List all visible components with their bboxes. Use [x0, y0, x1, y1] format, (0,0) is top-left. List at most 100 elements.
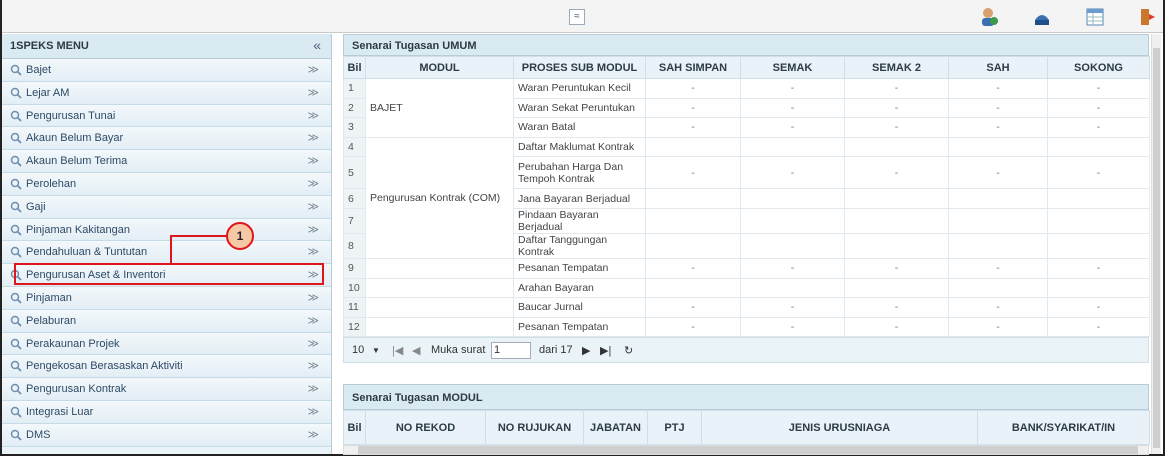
chevron-down-icon[interactable]: ≫ — [307, 291, 319, 304]
chevron-down-icon[interactable]: ≫ — [307, 109, 319, 122]
status-cell: - — [844, 97, 949, 119]
proses-cell[interactable]: Pesanan Tempatan — [513, 257, 646, 279]
column-header[interactable]: NO RUJUKAN — [485, 410, 584, 445]
proses-cell[interactable]: Waran Peruntukan Kecil — [513, 78, 646, 99]
chevron-down-icon[interactable]: ≫ — [307, 428, 319, 441]
last-page-icon[interactable]: ▶| — [600, 344, 611, 357]
chevron-down-icon[interactable]: ≫ — [307, 223, 319, 236]
logout-icon[interactable] — [1137, 6, 1159, 28]
sidebar-item[interactable]: Pelaburan ≫ — [2, 309, 331, 333]
chevron-down-icon[interactable]: ≫ — [307, 131, 319, 144]
column-header[interactable]: SAH — [948, 56, 1048, 79]
proses-cell[interactable]: Daftar Tanggungan Kontrak — [513, 232, 646, 259]
proses-cell[interactable]: Waran Sekat Peruntukan — [513, 97, 646, 119]
column-header[interactable]: JABATAN — [583, 410, 648, 445]
column-header[interactable]: SAH SIMPAN — [645, 56, 741, 79]
chevron-down-icon[interactable]: ≫ — [307, 382, 319, 395]
page-size-select[interactable]: 10 — [352, 344, 364, 356]
column-header[interactable]: Bil — [343, 56, 366, 79]
status-cell — [948, 277, 1048, 299]
chevron-down-icon[interactable]: ≫ — [307, 359, 319, 372]
sidebar-item[interactable]: Perolehan ≫ — [2, 172, 331, 196]
sidebar-item[interactable]: Pengurusan Kontrak ≫ — [2, 378, 331, 401]
status-cell: - — [645, 257, 741, 279]
proses-cell[interactable]: Jana Bayaran Berjadual — [513, 188, 646, 209]
sidebar-item[interactable]: Pengekosan Berasaskan Aktiviti ≫ — [2, 355, 331, 379]
column-header[interactable]: JENIS URUSNIAGA — [701, 410, 978, 445]
dropdown-arrow-icon[interactable]: ▼ — [372, 346, 380, 355]
column-header[interactable]: Bil — [343, 410, 366, 445]
proses-cell[interactable]: Daftar Maklumat Kontrak — [513, 136, 646, 158]
column-header[interactable]: SEMAK 2 — [844, 56, 949, 79]
sidebar-item[interactable]: Akaun Belum Terima ≫ — [2, 150, 331, 173]
status-cell — [844, 188, 949, 209]
chevron-down-icon[interactable]: ≫ — [307, 177, 319, 190]
column-header[interactable]: SOKONG — [1047, 56, 1150, 79]
collapse-sidebar-icon[interactable]: « — [313, 37, 321, 53]
refresh-icon[interactable]: ↻ — [624, 344, 633, 357]
status-cell: - — [645, 117, 741, 138]
chevron-down-icon[interactable]: ≫ — [307, 86, 319, 99]
sidebar-item-label: Pengurusan Kontrak — [26, 383, 127, 396]
page-label: Muka surat — [431, 344, 486, 357]
column-header[interactable]: PROSES SUB MODUL — [513, 56, 646, 79]
column-header[interactable]: SEMAK — [740, 56, 845, 79]
save-icon[interactable] — [1031, 6, 1053, 28]
sidebar-item[interactable]: Gaji ≫ — [2, 195, 331, 219]
status-cell: - — [740, 97, 845, 119]
proses-cell[interactable]: Arahan Bayaran — [513, 277, 646, 299]
sidebar-item[interactable]: Pinjaman Kakitangan ≫ — [2, 218, 331, 242]
table-icon[interactable] — [1084, 6, 1106, 28]
search-icon — [10, 429, 22, 441]
proses-cell[interactable]: Baucar Jurnal — [513, 297, 646, 318]
table-row[interactable]: 11 Baucar Jurnal - - - - - — [343, 297, 1150, 318]
chevron-down-icon[interactable]: ≫ — [307, 405, 319, 418]
proses-cell[interactable]: Perubahan Harga Dan Tempoh Kontrak — [513, 156, 646, 190]
vertical-scrollbar[interactable] — [1151, 34, 1161, 454]
column-header[interactable]: PTJ — [647, 410, 702, 445]
chevron-down-icon[interactable]: ≫ — [307, 314, 319, 327]
collapse-header-button[interactable]: ≈ — [569, 9, 585, 25]
sidebar-item-label: Lejar AM — [26, 86, 70, 99]
sidebar-item[interactable]: Perakaunan Projek ≫ — [2, 332, 331, 356]
sidebar-item[interactable]: Pinjaman ≫ — [2, 286, 331, 310]
chevron-down-icon[interactable]: ≫ — [307, 337, 319, 350]
sidebar-item[interactable]: Pengurusan Tunai ≫ — [2, 104, 331, 128]
column-header[interactable]: BANK/SYARIKAT/IN — [977, 410, 1150, 445]
sidebar-item[interactable]: Akaun Belum Bayar ≫ — [2, 127, 331, 151]
row-number: 8 — [343, 232, 366, 259]
proses-cell[interactable]: Pindaan Bayaran Berjadual — [513, 207, 646, 234]
table-row[interactable]: 12 Pesanan Tempatan - - - - - — [343, 316, 1150, 338]
proses-cell[interactable]: Pesanan Tempatan — [513, 316, 646, 338]
search-icon — [10, 338, 22, 350]
table-row[interactable]: 4 Pengurusan Kontrak (COM) Daftar Maklumat… — [343, 136, 1150, 259]
table-row[interactable]: 1 BAJET Waran Peruntukan Kecil - - - - - — [343, 78, 1150, 138]
table-row[interactable]: 10 Arahan Bayaran — [343, 277, 1150, 299]
table-row[interactable]: 9 Pesanan Tempatan - - - - - — [343, 257, 1150, 279]
status-cell: - — [645, 156, 741, 190]
chevron-down-icon[interactable]: ≫ — [307, 245, 319, 258]
status-cell: - — [740, 78, 845, 99]
status-cell: - — [844, 156, 949, 190]
column-header[interactable]: NO REKOD — [365, 410, 486, 445]
prev-page-icon[interactable]: ◀ — [412, 344, 420, 357]
status-cell: - — [740, 257, 845, 279]
next-page-icon[interactable]: ▶ — [582, 344, 590, 357]
first-page-icon[interactable]: |◀ — [392, 344, 403, 357]
sidebar-item[interactable]: DMS ≫ — [2, 423, 331, 447]
status-cell: - — [844, 117, 949, 138]
chevron-down-icon[interactable]: ≫ — [307, 200, 319, 213]
sidebar-item[interactable]: Integrasi Luar ≫ — [2, 400, 331, 424]
sidebar-item[interactable]: Lejar AM ≫ — [2, 81, 331, 105]
sidebar-item-label: Perolehan — [26, 177, 77, 190]
chevron-down-icon[interactable]: ≫ — [307, 63, 319, 76]
sidebar-item[interactable]: Pendahuluan & Tuntutan ≫ — [2, 241, 331, 265]
status-cell: - — [948, 97, 1048, 119]
proses-cell[interactable]: Waran Batal — [513, 117, 646, 138]
page-number-input[interactable]: 1 — [491, 342, 531, 360]
chevron-down-icon[interactable]: ≫ — [307, 154, 319, 167]
horizontal-scrollbar[interactable] — [343, 445, 1149, 455]
column-header[interactable]: MODUL — [365, 56, 514, 79]
user-help-icon[interactable] — [978, 6, 1000, 28]
sidebar-item[interactable]: Bajet ≫ — [2, 59, 331, 82]
